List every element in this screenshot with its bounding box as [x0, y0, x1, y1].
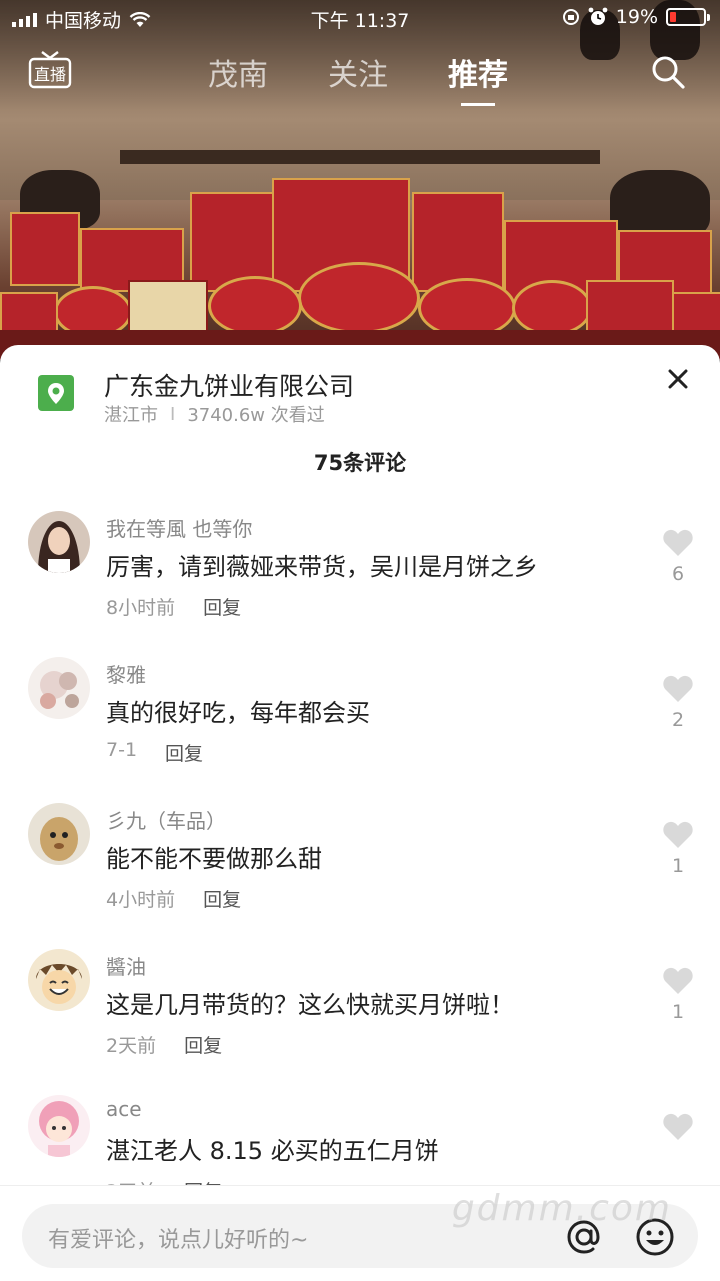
alarm-icon: [588, 7, 608, 25]
comment-time: 2天前: [106, 1035, 157, 1057]
comment-count: 75条评论: [313, 451, 407, 475]
heart-icon[interactable]: [662, 965, 694, 995]
mooncake-tin: [298, 262, 420, 334]
mooncake-tin: [418, 278, 516, 338]
top-nav: 直播 茂南 关注 推荐: [0, 50, 720, 110]
comment-list[interactable]: 我在等風 也等你 厉害，请到薇娅来带货，吴川是月饼之乡 8小时前 回复 6 黎雅…: [0, 505, 720, 1185]
like-count: 1: [671, 1001, 685, 1023]
avatar[interactable]: [28, 803, 90, 865]
close-icon[interactable]: [666, 367, 690, 391]
like-count: 1: [671, 855, 685, 877]
tab-maonan[interactable]: 茂南: [208, 50, 268, 94]
comment-meta: 2天前 回复: [106, 1031, 222, 1058]
mooncake-tin: [208, 276, 302, 336]
mooncake-gift-box: [10, 212, 80, 286]
comment-text: 湛江老人 8.15 必买的五仁月饼: [106, 1137, 439, 1165]
comment-item: 彡九（车品） 能不能不要做那么甜 4小时前 回复 1: [0, 797, 720, 943]
avatar[interactable]: [28, 949, 90, 1011]
comment-meta: 4小时前 回复: [106, 885, 241, 912]
like-count: 2: [671, 709, 685, 731]
comment-time: 3天前: [106, 1177, 156, 1185]
meta-separator: I: [170, 403, 176, 425]
status-bar: 中国移动 下午 11:37 19%: [0, 0, 720, 36]
tab-recommended[interactable]: 推荐: [448, 50, 508, 106]
comment-username[interactable]: 我在等風 也等你: [106, 513, 252, 542]
comment-input-bar: 有爱评论，说点儿好听的~ gdmm.com: [0, 1185, 720, 1281]
location-name[interactable]: 广东金九饼业有限公司: [104, 367, 354, 403]
comment-time: 8小时前: [106, 597, 176, 619]
comment-meta: 7-1 回复: [106, 739, 203, 766]
location-meta: 湛江市 I 3740.6w 次看过: [104, 401, 325, 427]
mooncake-gift-box: [586, 280, 674, 334]
tab-following[interactable]: 关注: [328, 50, 388, 94]
avatar[interactable]: [28, 657, 90, 719]
comment-text: 真的很好吃，每年都会买: [106, 699, 370, 727]
orientation-lock-icon: [562, 9, 579, 25]
comment-text: 能不能不要做那么甜: [106, 845, 322, 873]
comment-username[interactable]: ace: [106, 1097, 142, 1121]
search-icon[interactable]: [650, 54, 686, 90]
mooncake-tin: [512, 280, 592, 336]
comment-sheet: 广东金九饼业有限公司 湛江市 I 3740.6w 次看过 75条评论 我在等風 …: [0, 345, 720, 1281]
comment-username[interactable]: 黎雅: [106, 659, 146, 688]
heart-icon[interactable]: [662, 819, 694, 849]
comment-input-placeholder: 有爱评论，说点儿好听的~: [48, 1228, 309, 1253]
battery-fill: [670, 12, 676, 22]
comment-item: ace 湛江老人 8.15 必买的五仁月饼 3天前 回复: [0, 1089, 720, 1185]
reply-button[interactable]: 回复: [203, 885, 241, 912]
live-tv-icon: 直播: [28, 51, 72, 89]
comment-meta: 8小时前 回复: [106, 593, 241, 620]
comment-text: 厉害，请到薇娅来带货，吴川是月饼之乡: [106, 553, 538, 581]
mooncake-gift-box: [412, 192, 504, 292]
comment-item: 我在等風 也等你 厉害，请到薇娅来带货，吴川是月饼之乡 8小时前 回复 6: [0, 505, 720, 651]
comment-meta: 3天前 回复: [106, 1177, 222, 1185]
location-pin-icon: [38, 375, 74, 411]
heart-icon[interactable]: [662, 673, 694, 703]
like-count: 6: [671, 563, 685, 585]
comment-time: 4小时前: [106, 889, 176, 911]
comment-item: 黎雅 真的很好吃，每年都会买 7-1 回复 2: [0, 651, 720, 797]
comment-time: 7-1: [106, 739, 138, 761]
avatar[interactable]: [28, 511, 90, 573]
battery-icon: [666, 8, 710, 26]
background-shelf: [120, 150, 600, 164]
location-city: 湛江市: [104, 405, 158, 426]
reply-button[interactable]: 回复: [203, 593, 241, 620]
heart-icon[interactable]: [662, 527, 694, 557]
heart-icon[interactable]: [662, 1111, 694, 1141]
avatar[interactable]: [28, 1095, 90, 1157]
live-button[interactable]: 直播: [28, 50, 72, 90]
live-label: 直播: [34, 65, 66, 84]
location-views: 3740.6w 次看过: [187, 405, 325, 426]
reply-button[interactable]: 回复: [184, 1031, 222, 1058]
battery-percent: 19%: [615, 6, 658, 28]
watermark: gdmm.com: [451, 1188, 672, 1229]
reply-button[interactable]: 回复: [184, 1177, 222, 1185]
mooncake-box-gold: [128, 280, 208, 334]
comment-item: 醬油 这是几月带货的？这么快就买月饼啦！ 2天前 回复 1: [0, 943, 720, 1089]
reply-button[interactable]: 回复: [165, 739, 203, 766]
comment-text: 这是几月带货的？这么快就买月饼啦！: [106, 991, 514, 1019]
comment-username[interactable]: 醬油: [106, 951, 146, 980]
comment-username[interactable]: 彡九（车品）: [106, 805, 226, 834]
